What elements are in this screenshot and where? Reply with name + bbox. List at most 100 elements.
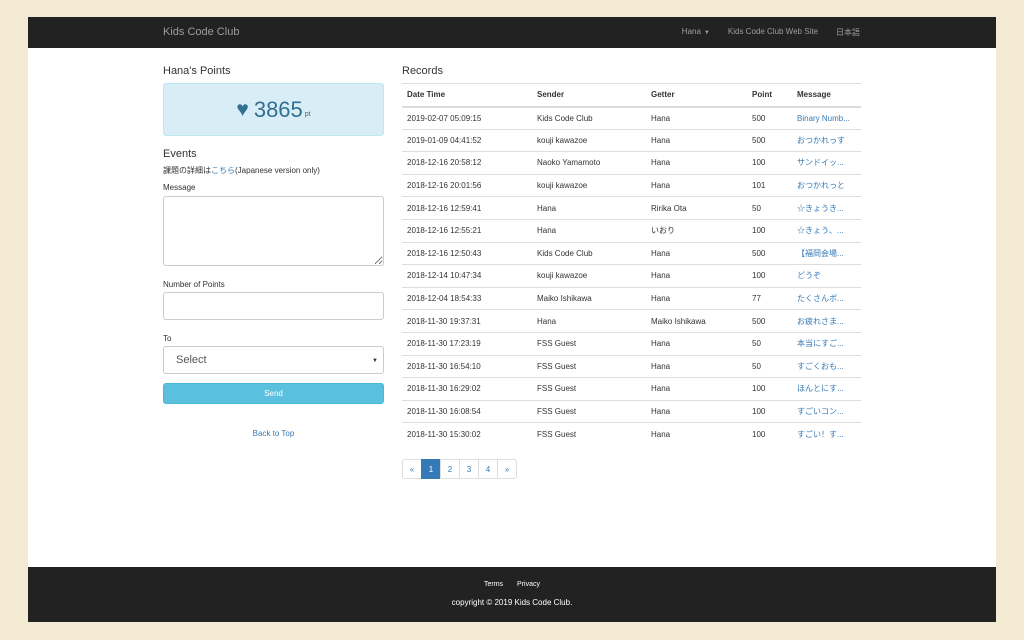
table-cell: 2019-02-07 05:09:15 — [402, 106, 532, 130]
message-link[interactable]: すごいコン... — [792, 399, 861, 423]
message-link[interactable]: ほんとにす... — [792, 377, 861, 401]
points-value: 3865 — [253, 96, 303, 122]
message-link[interactable]: お疲れさま... — [792, 309, 861, 333]
chevron-down-icon: ▼ — [372, 358, 378, 364]
table-cell: kouji kawazoe — [532, 264, 646, 288]
message-textarea[interactable] — [163, 196, 384, 266]
footer-links: Terms Privacy — [28, 581, 996, 588]
table-cell: FSS Guest — [532, 422, 646, 446]
table-cell: Hana — [532, 196, 646, 220]
table-cell: FSS Guest — [532, 354, 646, 378]
pagination-page[interactable]: 3 — [459, 459, 479, 480]
table-cell: 100 — [747, 399, 792, 423]
message-label: Message — [163, 183, 196, 192]
table-header-row: Date Time Sender Getter Point Message — [402, 83, 861, 108]
events-title: Events — [163, 148, 197, 160]
caret-down-icon: ▼ — [703, 30, 710, 36]
table-row: 2018-11-30 17:23:19 FSS Guest Hana 50 本当にすご.… — [402, 331, 861, 356]
page-container: Kids Code Club Hana ▼ Kids Code Club Web … — [28, 17, 996, 622]
right-column: Records Date Time Sender Getter Point Me… — [402, 65, 861, 480]
table-row: 2018-12-16 12:50:43 Kids Code Club Hana 500… — [402, 241, 861, 265]
left-column: Hana's Points ♥ 3865 pt Events 課題の詳細はこちら… — [163, 65, 384, 438]
table-row: 2019-01-09 04:41:52 kouji kawazoe Hana 500 お… — [402, 128, 861, 152]
table-row: 2018-11-30 19:37:31 Hana Maiko Ishikawa 500… — [402, 309, 861, 333]
message-link[interactable]: 【福岡会場... — [792, 241, 861, 265]
web-site-link[interactable]: Kids Code Club Web Site — [728, 27, 818, 38]
table-cell: 101 — [747, 173, 792, 197]
message-link[interactable]: Binary Numb... — [792, 106, 861, 130]
message-link[interactable]: おつかれっす — [792, 128, 861, 152]
nav-right: Hana ▼ Kids Code Club Web Site 日本語 — [682, 27, 860, 38]
message-link[interactable]: おつかれっと — [792, 173, 861, 197]
navbar: Kids Code Club Hana ▼ Kids Code Club Web … — [28, 17, 996, 48]
table-cell: Hana — [646, 286, 747, 310]
table-row: 2018-11-30 15:30:02 FSS Guest Hana 100 すごい！す… — [402, 422, 861, 446]
message-link[interactable]: すごくおも... — [792, 354, 861, 378]
column-header: Sender — [532, 83, 646, 108]
column-header: Getter — [646, 83, 747, 108]
footer: Terms Privacy copyright © 2019 Kids Code… — [28, 567, 996, 622]
message-link[interactable]: サンドイッ... — [792, 151, 861, 175]
records-title: Records — [402, 65, 443, 77]
table-row: 2018-11-30 16:54:10 FSS Guest Hana 50 すごくおも.… — [402, 354, 861, 378]
table-cell: 100 — [747, 264, 792, 288]
table-cell: Hana — [646, 173, 747, 197]
table-cell: Hana — [646, 422, 747, 446]
table-cell: Hana — [646, 377, 747, 401]
table-cell: 50 — [747, 331, 792, 356]
to-select[interactable]: Select ▼ — [163, 346, 384, 374]
table-cell: Naoko Yamamoto — [532, 151, 646, 175]
pagination-page[interactable]: 1 — [421, 459, 441, 480]
table-cell: Hana — [532, 309, 646, 333]
table-cell: 2019-01-09 04:41:52 — [402, 128, 532, 152]
message-link[interactable]: ☆きょうき... — [792, 196, 861, 220]
table-cell: 2018-11-30 16:29:02 — [402, 377, 532, 401]
pagination-page[interactable]: 4 — [478, 459, 498, 480]
points-unit: pt — [304, 111, 311, 118]
table-cell: Hana — [532, 218, 646, 243]
to-select-value: Select — [176, 354, 207, 366]
language-link[interactable]: 日本語 — [836, 27, 860, 38]
table-cell: 100 — [747, 151, 792, 175]
events-note-prefix: 課題の詳細は — [163, 166, 211, 175]
table-cell: Hana — [646, 241, 747, 265]
table-cell: FSS Guest — [532, 399, 646, 423]
column-header: Date Time — [402, 83, 532, 108]
heart-icon: ♥ — [236, 98, 249, 121]
table-cell: 2018-11-30 17:23:19 — [402, 331, 532, 356]
table-cell: 2018-11-30 16:54:10 — [402, 354, 532, 378]
table-cell: FSS Guest — [532, 331, 646, 356]
send-button[interactable]: Send — [163, 383, 384, 404]
message-link[interactable]: たくさんポ... — [792, 286, 861, 310]
brand-link[interactable]: Kids Code Club — [163, 26, 239, 38]
table-cell: 100 — [747, 422, 792, 446]
back-to-top-link[interactable]: Back to Top — [163, 429, 384, 438]
message-link[interactable]: どうぞ — [792, 264, 861, 288]
events-detail-link[interactable]: こちら — [211, 166, 235, 175]
terms-link[interactable]: Terms — [484, 581, 503, 588]
table-cell: FSS Guest — [532, 377, 646, 401]
table-row: 2018-11-30 16:08:54 FSS Guest Hana 100 すごいコン… — [402, 399, 861, 423]
table-row: 2018-12-16 20:01:56 kouji kawazoe Hana 101 お… — [402, 173, 861, 197]
table-row: 2019-02-07 05:09:15 Kids Code Club Hana 500… — [402, 106, 861, 130]
pagination-prev[interactable]: « — [402, 459, 422, 480]
table-row: 2018-12-14 10:47:34 kouji kawazoe Hana 100 ど… — [402, 264, 861, 288]
table-cell: 500 — [747, 128, 792, 152]
table-cell: Hana — [646, 264, 747, 288]
pagination-next[interactable]: » — [497, 459, 517, 480]
user-menu[interactable]: Hana ▼ — [682, 27, 710, 38]
table-cell: kouji kawazoe — [532, 173, 646, 197]
message-link[interactable]: すごい！す... — [792, 422, 861, 446]
copyright: copyright © 2019 Kids Code Club. — [451, 598, 573, 607]
message-link[interactable]: 本当にすご... — [792, 331, 861, 356]
points-input[interactable] — [163, 292, 384, 320]
user-menu-label: Hana — [681, 27, 701, 36]
message-link[interactable]: ☆きょう、... — [792, 218, 861, 243]
table-cell: 100 — [747, 377, 792, 401]
records-body: 2019-02-07 05:09:15 Kids Code Club Hana 500… — [402, 106, 861, 446]
privacy-link[interactable]: Privacy — [517, 581, 540, 588]
pagination-page[interactable]: 2 — [440, 459, 460, 480]
table-cell: 500 — [747, 106, 792, 130]
table-row: 2018-12-04 18:54:33 Maiko Ishikawa Hana 77 た… — [402, 286, 861, 310]
table-cell: 500 — [747, 241, 792, 265]
